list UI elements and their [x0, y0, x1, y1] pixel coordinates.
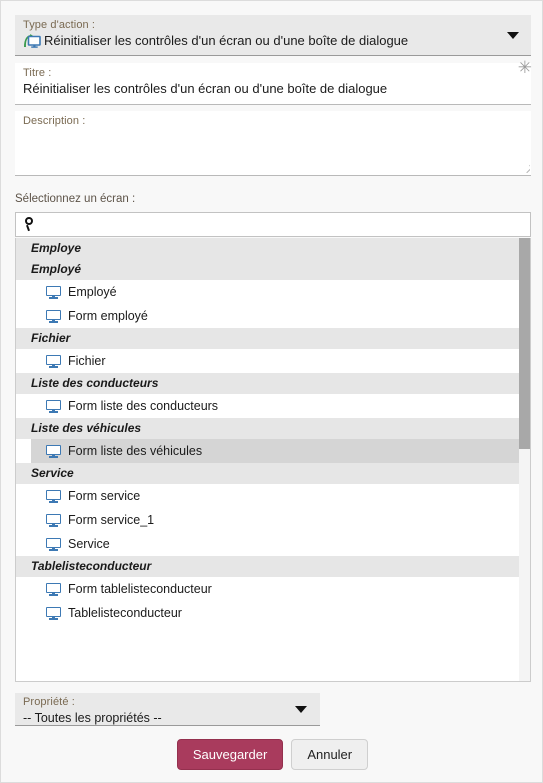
monitor-icon [46, 582, 61, 596]
required-asterisk-icon: ✳ [517, 58, 532, 77]
screen-list-content: Employe Employé Employé Form employé Fichier… [16, 238, 530, 625]
list-item[interactable]: Employé [16, 280, 530, 304]
monitor-icon [46, 444, 61, 458]
screen-group-header: Tablelisteconducteur [16, 556, 530, 577]
description-field[interactable]: Description : [15, 111, 531, 176]
list-item[interactable]: Tablelisteconducteur [16, 601, 530, 625]
monitor-icon [46, 606, 61, 620]
list-item-label: Form liste des véhicules [68, 444, 203, 458]
title-field[interactable]: Titre : Réinitialiser les contrôles d'un… [15, 63, 531, 105]
screen-picker-label: Sélectionnez un écran : [15, 193, 136, 205]
monitor-icon [46, 309, 61, 323]
list-item[interactable]: Form employé [16, 304, 530, 328]
screen-group-body: Fichier [16, 349, 530, 373]
list-item[interactable]: Form liste des véhicules [31, 439, 530, 463]
screen-group-header: Service [16, 463, 530, 484]
screen-group-body: Employé Form employé [16, 280, 530, 328]
description-value[interactable] [15, 128, 531, 130]
screen-group-header: Fichier [16, 328, 530, 349]
screen-list[interactable]: Employe Employé Employé Form employé Fichier… [15, 238, 531, 682]
list-item-label: Service [68, 537, 110, 551]
list-item[interactable]: Form tablelisteconducteur [16, 577, 530, 601]
action-editor-panel: Type d'action : Réinitialiser les contrô… [0, 0, 543, 783]
property-dropdown[interactable]: Propriété : -- Toutes les propriétés -- [15, 693, 320, 726]
monitor-icon [46, 285, 61, 299]
chevron-down-icon[interactable] [295, 706, 307, 713]
description-label: Description : [23, 115, 86, 127]
list-item-label: Form tablelisteconducteur [68, 582, 212, 596]
search-icon [24, 217, 39, 232]
screen-group-body: Form liste des conducteurs [16, 394, 530, 418]
screen-group-header: Liste des conducteurs [16, 373, 530, 394]
list-item-label: Form service_1 [68, 513, 155, 527]
title-label: Titre : [23, 67, 52, 79]
list-scrollbar-thumb[interactable] [519, 238, 530, 449]
screen-group-body: Form service Form service_1 Service [16, 484, 530, 556]
monitor-icon [46, 399, 61, 413]
list-item[interactable]: Form service_1 [16, 508, 530, 532]
list-item-label: Fichier [68, 354, 106, 368]
list-item[interactable]: Fichier [16, 349, 530, 373]
action-type-dropdown[interactable]: Type d'action : Réinitialiser les contrô… [15, 15, 531, 56]
button-bar: Sauvegarder Annuler [1, 739, 543, 770]
screen-group-body: Form tablelisteconducteur Tablelistecondu… [16, 577, 530, 625]
screen-group-header: Employe [16, 238, 530, 259]
list-item-label: Employé [68, 285, 117, 299]
action-type-label: Type d'action : [23, 19, 96, 31]
screen-group-body: Form liste des véhicules [16, 439, 530, 463]
monitor-icon [46, 537, 61, 551]
list-item-label: Form service [68, 489, 141, 503]
property-label: Propriété : [23, 696, 75, 708]
title-value[interactable]: Réinitialiser les contrôles d'un écran o… [15, 80, 531, 100]
screen-group-header: Liste des véhicules [16, 418, 530, 439]
monitor-icon [46, 489, 61, 503]
list-item[interactable]: Service [16, 532, 530, 556]
action-type-value-row: Réinitialiser les contrôles d'un écran o… [15, 32, 531, 52]
list-item-label: Form employé [68, 309, 148, 323]
list-item-label: Form liste des conducteurs [68, 399, 219, 413]
list-item[interactable]: Form liste des conducteurs [16, 394, 530, 418]
list-item-label: Tablelisteconducteur [68, 606, 182, 620]
monitor-icon [46, 513, 61, 527]
chevron-down-icon[interactable] [507, 32, 519, 39]
reset-screen-icon [23, 33, 41, 49]
screen-search-box[interactable] [15, 212, 531, 237]
resize-handle-icon[interactable] [516, 159, 530, 173]
cancel-button[interactable]: Annuler [291, 739, 369, 770]
property-value: -- Toutes les propriétés -- [23, 711, 162, 725]
list-item[interactable]: Form service [16, 484, 530, 508]
monitor-icon [46, 354, 61, 368]
action-type-value: Réinitialiser les contrôles d'un écran o… [44, 33, 409, 48]
search-input[interactable] [45, 217, 505, 232]
save-button[interactable]: Sauvegarder [176, 739, 284, 770]
screen-group-header: Employé [16, 259, 530, 280]
list-scrollbar[interactable] [519, 238, 530, 681]
